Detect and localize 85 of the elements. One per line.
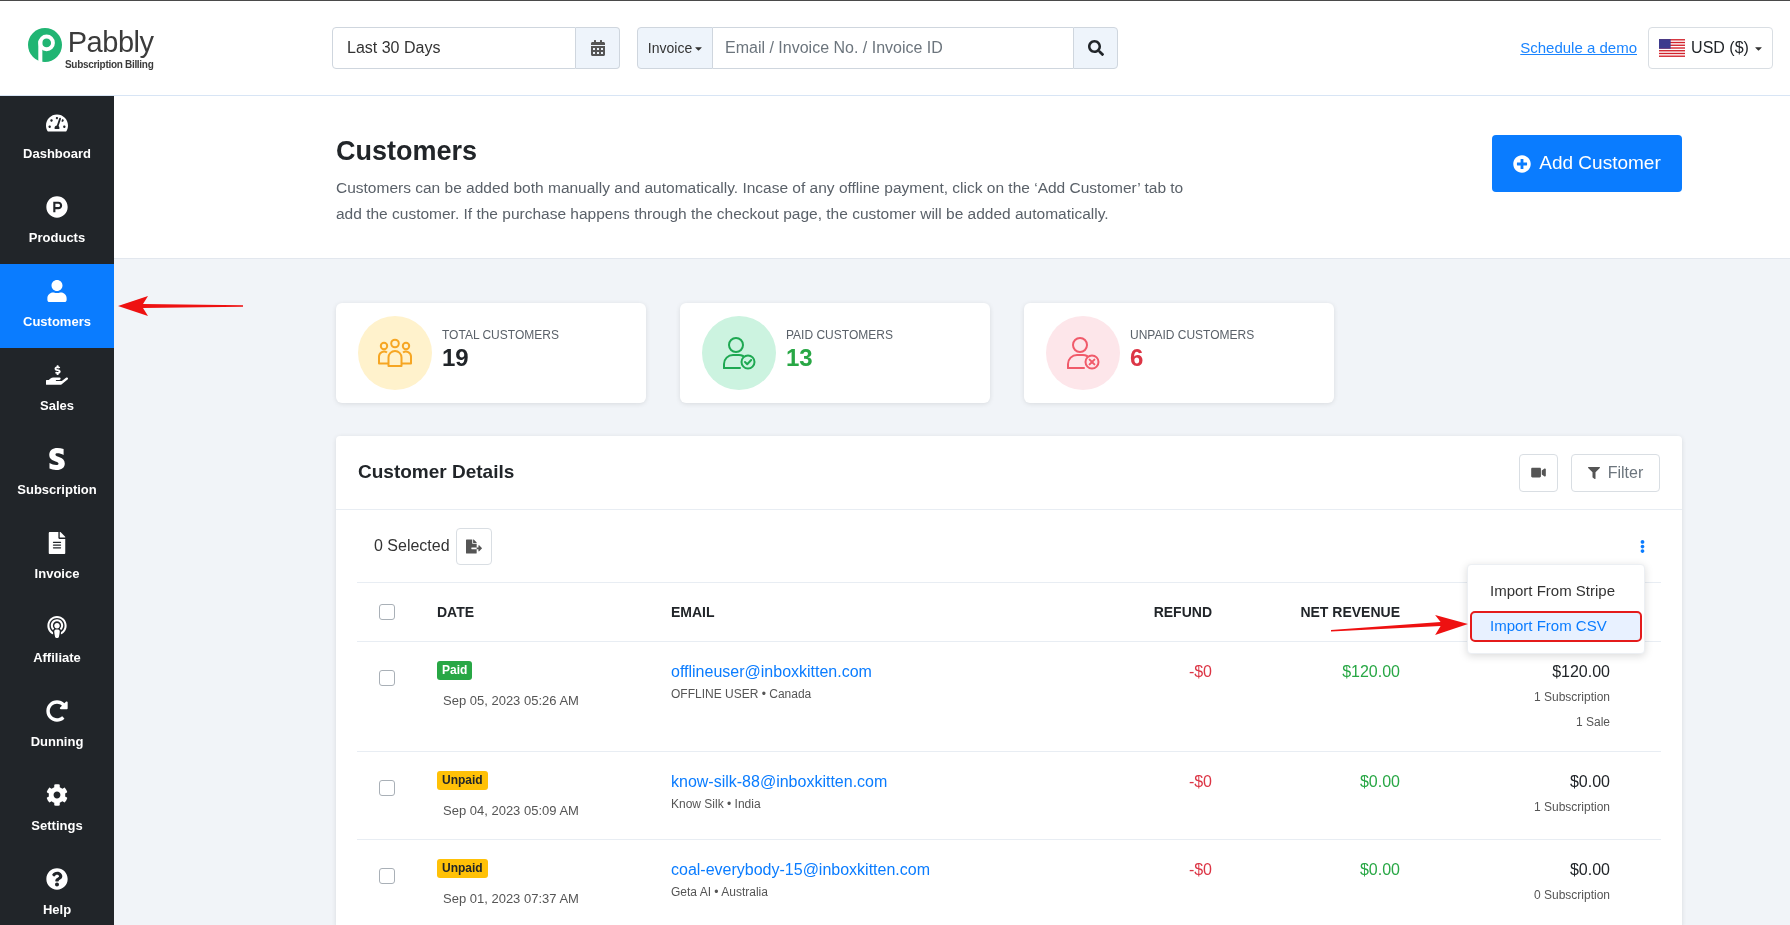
subscription-note: 1 Subscription — [1533, 799, 1610, 816]
date-text: Sep 01, 2023 07:37 AM — [443, 890, 579, 908]
arrow-icon — [1331, 615, 1468, 635]
settings-icon — [46, 784, 68, 807]
sidebar-item[interactable]: Help — [0, 852, 114, 925]
status-badge: Unpaid — [437, 771, 488, 790]
video-camera-icon — [1531, 466, 1546, 479]
date-text: Sep 04, 2023 05:09 AM — [443, 802, 579, 820]
stat-label: UNPAID CUSTOMERS — [1130, 327, 1255, 343]
stat-label: PAID CUSTOMERS — [786, 327, 893, 343]
page-title: Customers — [336, 135, 479, 167]
page-description: Customers can be added both manually and automatically. Incase of any offline payment, click on the ‘Add Customer’ tab to add the customer. If the purchase happens through the checkout page, the customer will be added automatically. — [336, 178, 1185, 224]
net-revenue-amount: $120.00 — [1342, 662, 1400, 682]
document-icon — [46, 532, 68, 555]
logo-name: Pabbly — [67, 25, 154, 59]
column-header: DATE — [437, 603, 475, 620]
customer-details-text: Geta AI • Australia — [671, 884, 768, 900]
search-button[interactable] — [1073, 27, 1118, 69]
sidebar-item[interactable]: Subscription — [0, 432, 114, 516]
column-header: REFUND — [1153, 602, 1212, 622]
stat-label: TOTAL CUSTOMERS — [442, 327, 559, 343]
customer-email-link[interactable]: know-silk-88@inboxkitten.com — [671, 771, 888, 793]
total-amount: $0.00 — [1569, 860, 1610, 880]
refund-amount: -$0 — [1188, 662, 1212, 682]
subscription-note: 1 Subscription — [1533, 689, 1610, 706]
net-revenue-amount: $0.00 — [1359, 860, 1400, 880]
kebab-icon — [1639, 537, 1645, 555]
total-amount: $0.00 — [1569, 772, 1610, 792]
export-button[interactable] — [455, 527, 492, 565]
status-badge: Paid — [437, 661, 473, 680]
search-field[interactable]: Email / Invoice No. / Invoice ID — [713, 27, 1073, 69]
logo-mark-icon — [28, 28, 62, 62]
logo-tagline: Subscription Billing — [65, 59, 154, 71]
column-header: NET REVENUE — [1300, 602, 1400, 622]
sidebar-item[interactable]: Dunning — [0, 684, 114, 768]
search-scope-dropdown[interactable]: Invoice — [637, 27, 713, 69]
schedule-demo-link[interactable]: Schedule a demo — [1520, 36, 1637, 60]
refresh-icon — [46, 700, 68, 723]
selected-count: 0 Selected — [374, 536, 450, 556]
user-icon — [46, 280, 68, 303]
s-icon — [46, 448, 68, 471]
net-revenue-amount: $0.00 — [1359, 772, 1400, 792]
export-icon — [465, 538, 482, 554]
video-button[interactable] — [1519, 453, 1558, 492]
card-title: Customer Details — [358, 460, 515, 485]
circle-p-icon — [46, 196, 68, 219]
search-icon — [1087, 40, 1104, 56]
help-icon — [46, 868, 68, 891]
subscription-note: 1 Sale — [1575, 714, 1610, 731]
refund-amount: -$0 — [1188, 772, 1212, 792]
column-header: EMAIL — [671, 603, 715, 620]
arrow-icon — [118, 296, 243, 316]
filter-icon — [1587, 466, 1600, 479]
sidebar-item[interactable]: Settings — [0, 768, 114, 852]
checkbox[interactable] — [379, 780, 395, 796]
sidebar-item[interactable]: Sales — [0, 348, 114, 432]
date-range-field[interactable]: Last 30 Days — [332, 27, 576, 69]
customer-email-link[interactable]: offlineuser@inboxkitten.com — [671, 661, 872, 683]
date-text: Sep 05, 2023 05:26 AM — [443, 692, 579, 710]
sidebar-item[interactable]: Invoice — [0, 516, 114, 600]
broadcast-icon — [46, 616, 68, 639]
stat-value: 6 — [1130, 343, 1145, 373]
checkbox[interactable] — [379, 670, 395, 686]
hand-dollar-icon — [46, 364, 68, 387]
customer-details-text: OFFLINE USER • Canada — [671, 686, 812, 702]
checkbox[interactable] — [379, 868, 395, 884]
calendar-button[interactable] — [576, 27, 620, 69]
currency-dropdown[interactable]: USD ($) — [1648, 27, 1773, 69]
refund-amount: -$0 — [1188, 860, 1212, 880]
add-customer-button[interactable]: Add Customer — [1492, 135, 1682, 192]
calendar-icon — [590, 40, 605, 56]
total-amount: $120.00 — [1552, 662, 1610, 682]
subscription-note: 0 Subscription — [1533, 887, 1610, 904]
stat-value: 13 — [786, 343, 814, 373]
filter-button[interactable]: Filter — [1571, 453, 1660, 492]
flag-icon — [1659, 39, 1686, 57]
checkbox[interactable] — [379, 604, 395, 620]
gauge-icon — [46, 112, 68, 135]
stat-value: 19 — [442, 343, 470, 373]
sidebar-item[interactable]: Dashboard — [0, 96, 114, 180]
status-badge: Unpaid — [437, 859, 488, 878]
customer-details-text: Know Silk • India — [671, 796, 761, 812]
customer-email-link[interactable]: coal-everybody-15@inboxkitten.com — [671, 859, 931, 881]
sidebar-item[interactable]: Affiliate — [0, 600, 114, 684]
sidebar-item[interactable]: Products — [0, 180, 114, 264]
